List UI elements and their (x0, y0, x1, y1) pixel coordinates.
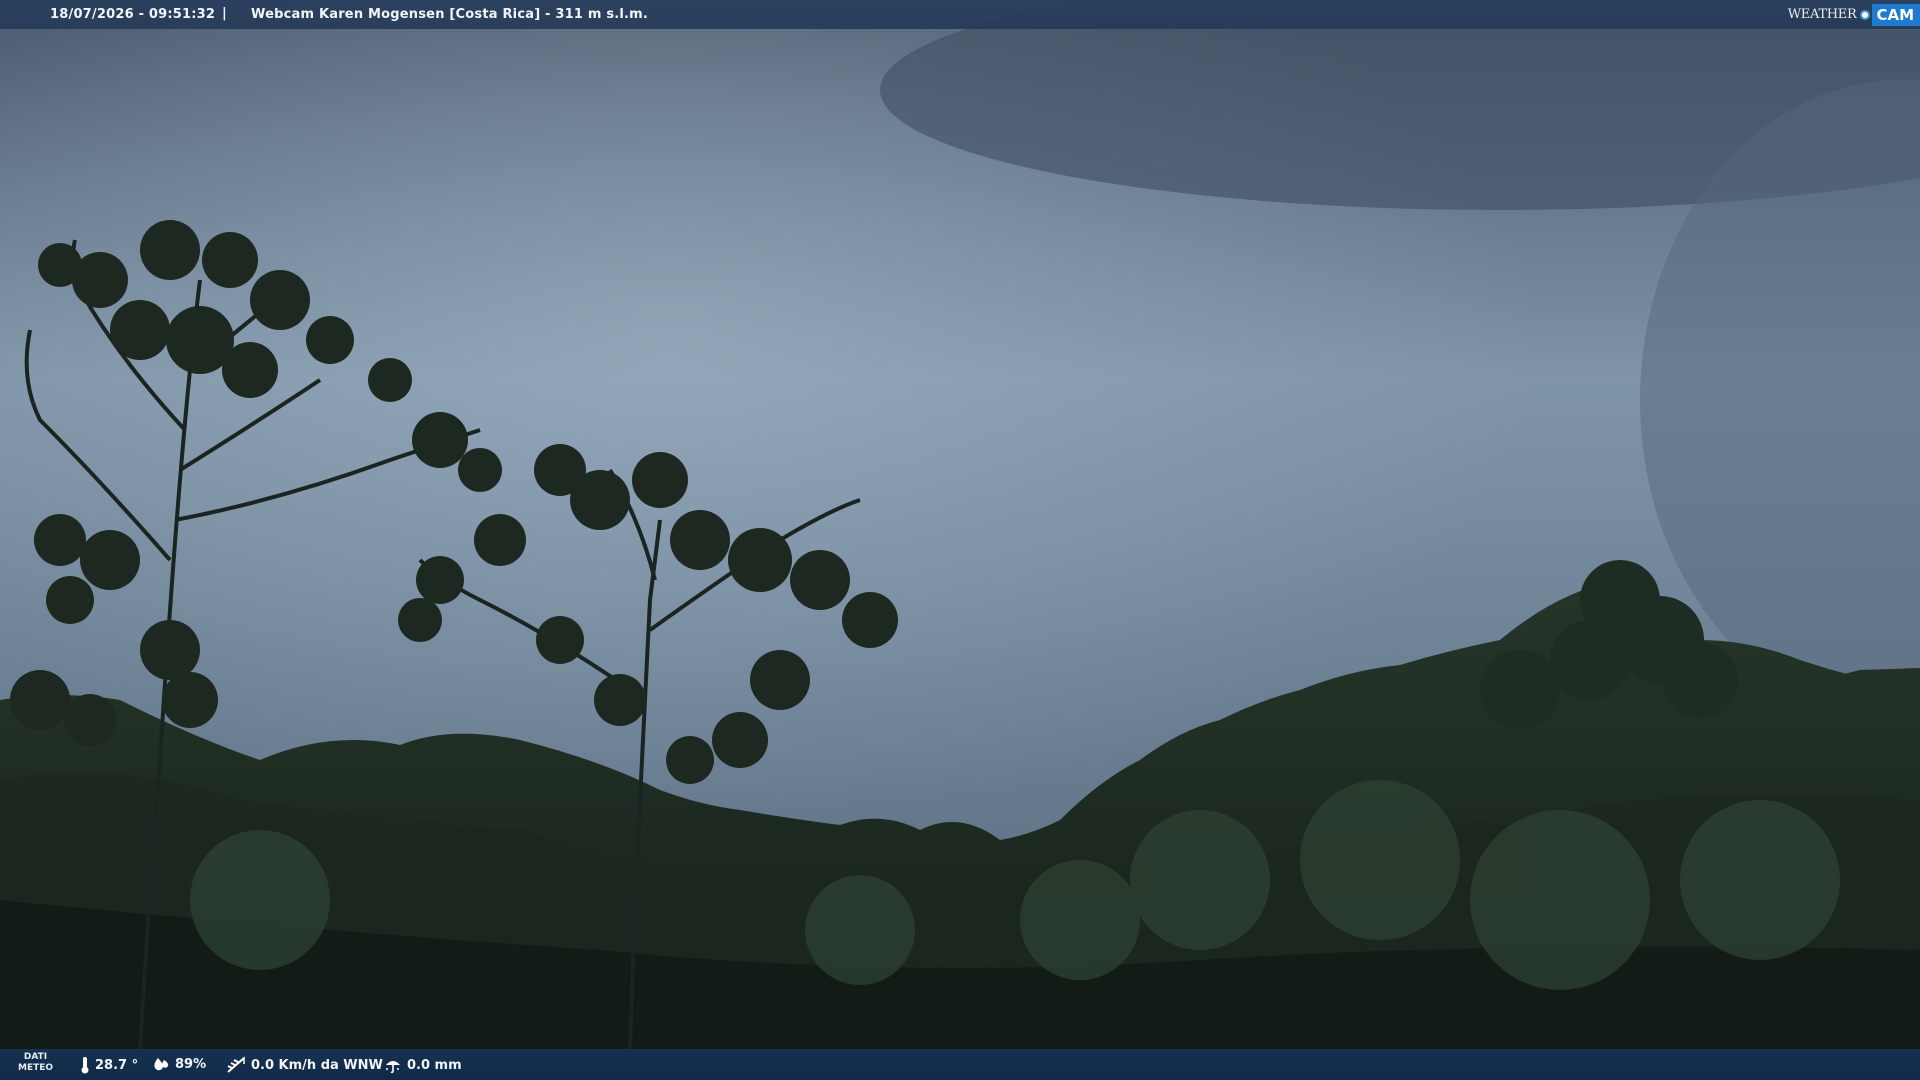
dati-meteo-label: DATI METEO (18, 1052, 53, 1074)
logo-cam-text: CAM (1872, 3, 1920, 26)
thermometer-icon (81, 1057, 89, 1074)
humidity-value: 89% (175, 1056, 207, 1072)
temperature-reading: 28.7 ° (80, 1056, 138, 1074)
humidity-reading: 89% (152, 1056, 206, 1072)
wind-reading: 0.0 Km/h da WNW (226, 1056, 383, 1074)
weather-data-bar: DATI METEO 28.7 ° 89% 0.0 Km/h da WNW 0.… (0, 1049, 1920, 1080)
label-line2: METEO (18, 1063, 54, 1073)
webcam-image (0, 0, 1920, 1080)
wind-value: 0.0 Km/h da WNW (251, 1057, 383, 1073)
location-title: Webcam Karen Mogensen [Costa Rica] - 311… (251, 7, 649, 22)
logo-weather-text: WEATHER (1787, 7, 1857, 22)
rain-icon (386, 1061, 400, 1074)
weathercam-logo[interactable]: WEATHER CAM (1788, 0, 1920, 29)
rain-value: 0.0 mm (407, 1057, 462, 1073)
temperature-value: 28.7 ° (95, 1057, 139, 1073)
wind-icon (227, 1056, 245, 1073)
top-info-bar: 18/07/2026 - 09:51:32 | Webcam Karen Mog… (0, 0, 1920, 29)
rain-reading: 0.0 mm (384, 1056, 462, 1074)
label-line1: DATI (23, 1052, 48, 1062)
logo-dot-icon (1860, 9, 1871, 20)
header-separator: | (222, 6, 227, 21)
datetime-text: 18/07/2026 - 09:51:32 (50, 7, 216, 22)
humidity-icon (154, 1058, 169, 1071)
